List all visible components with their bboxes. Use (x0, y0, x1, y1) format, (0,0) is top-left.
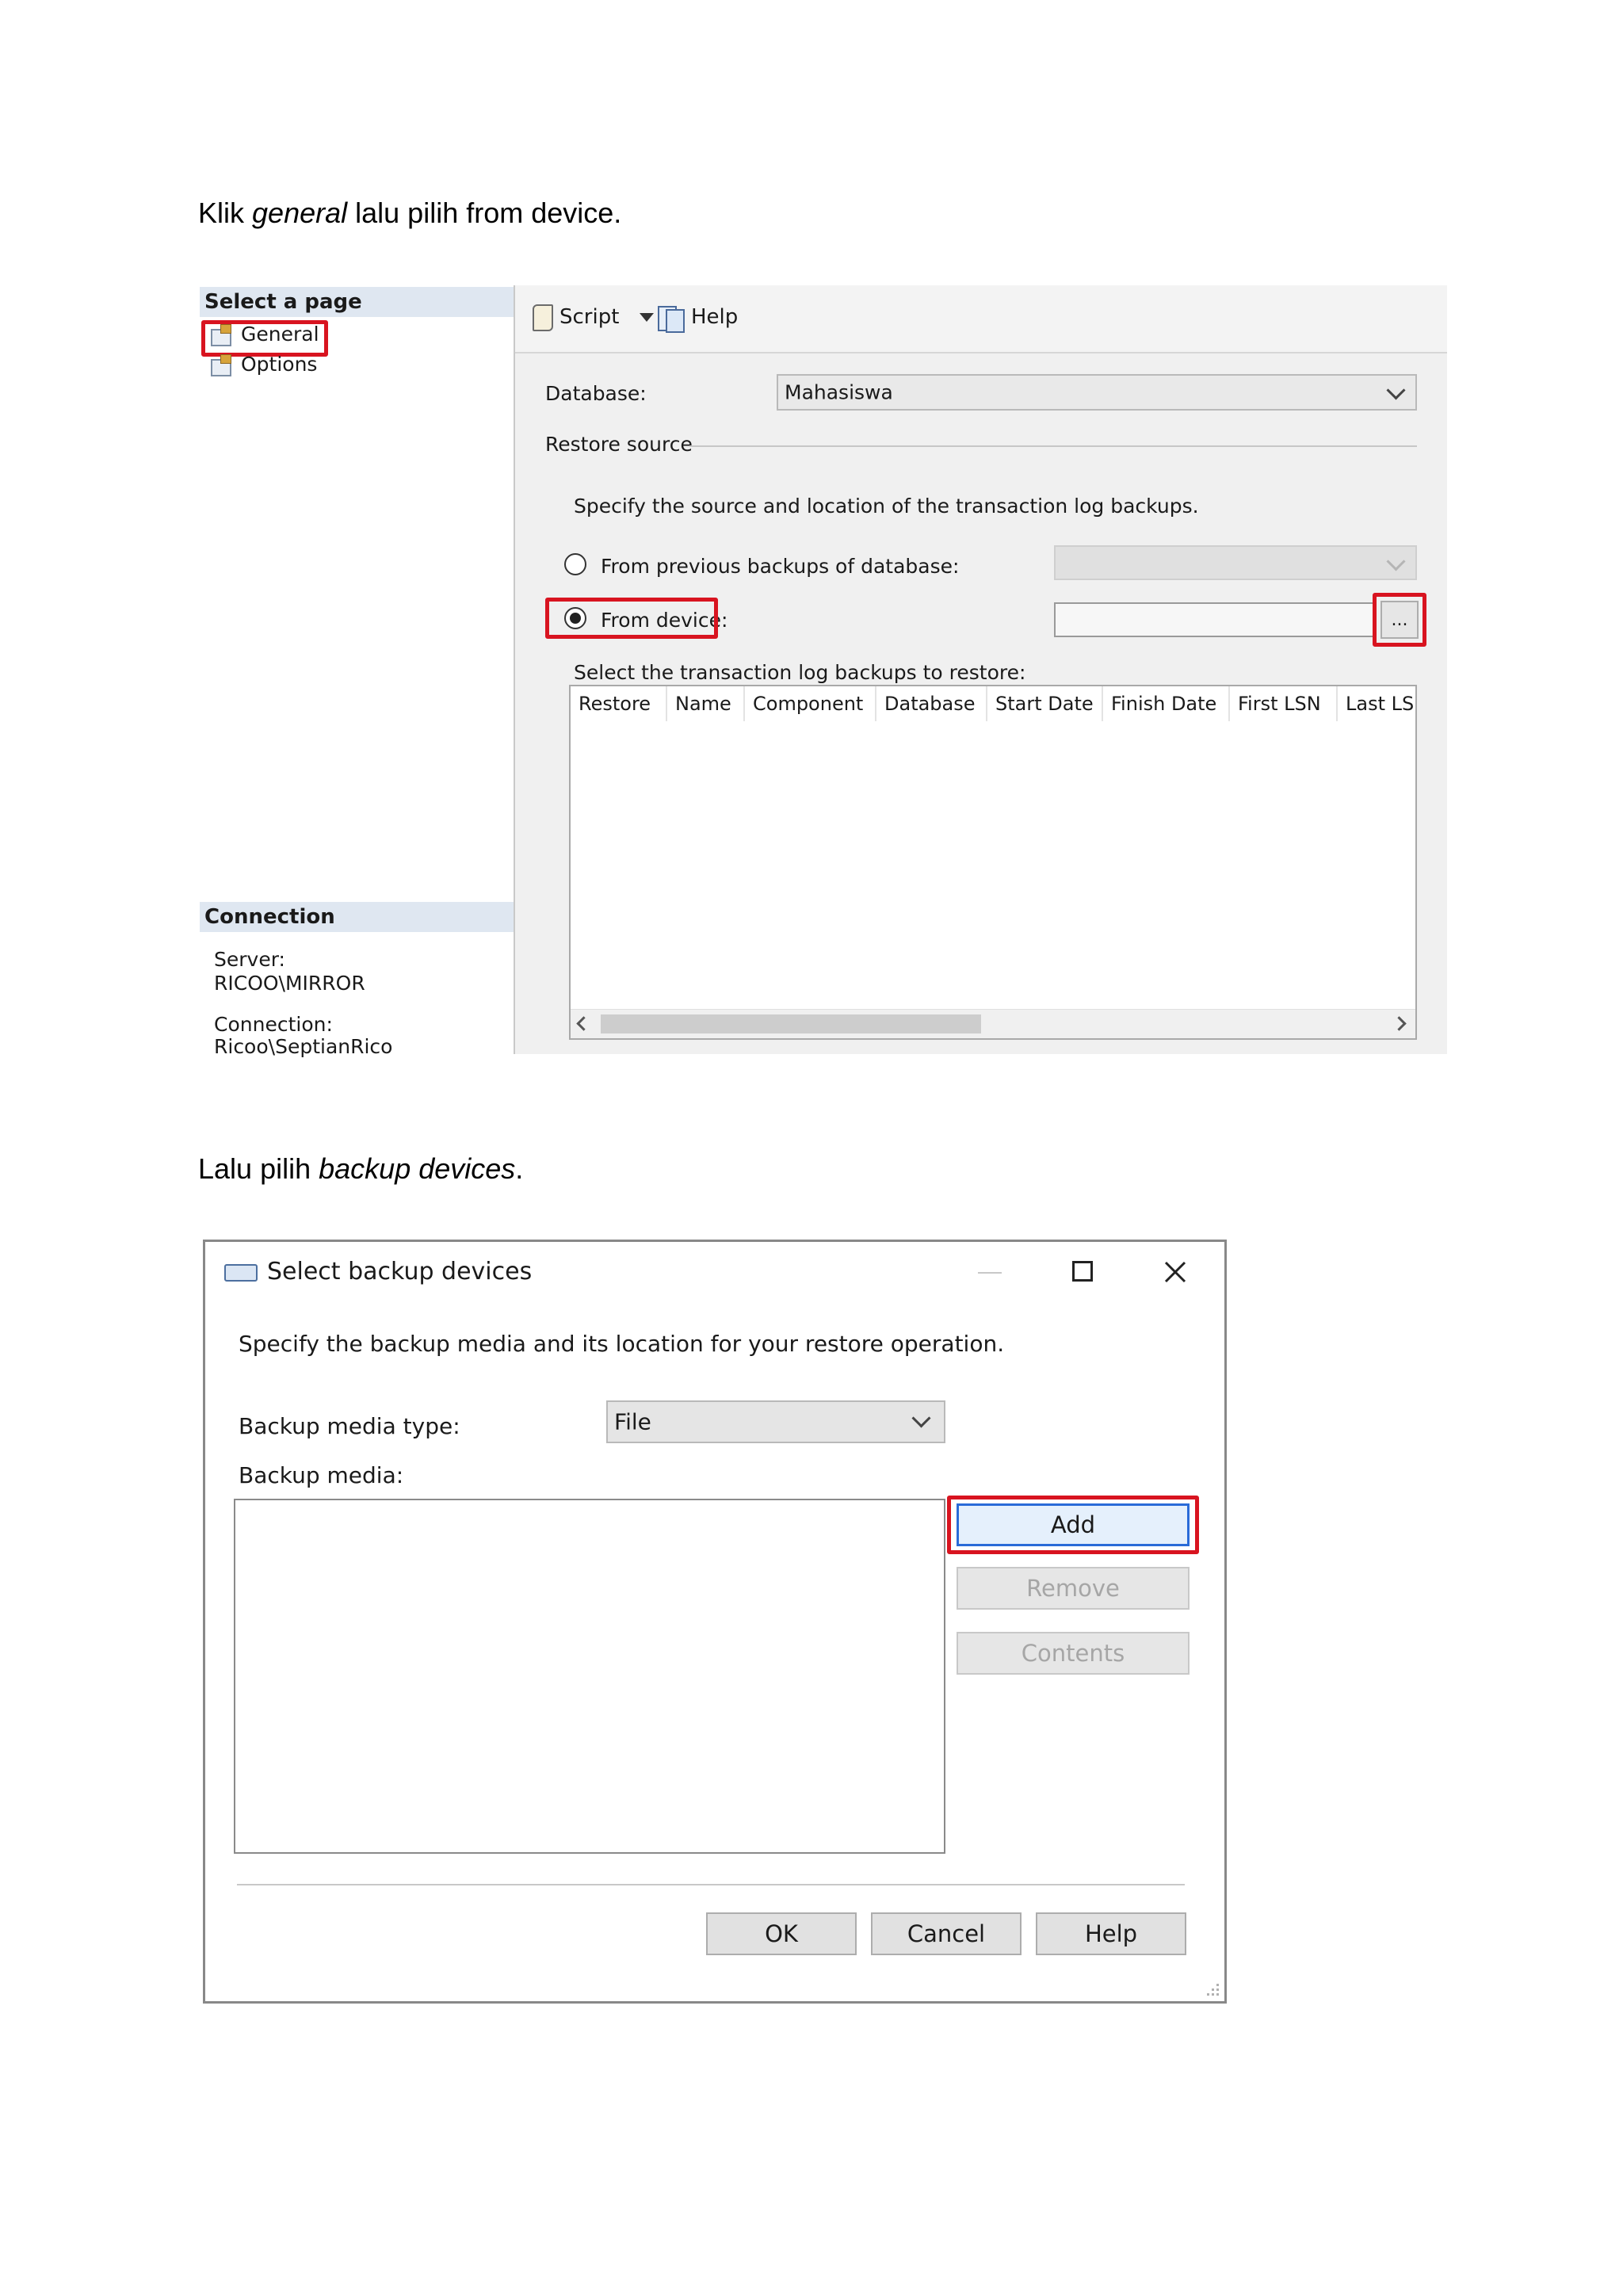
column-database[interactable]: Database (876, 686, 987, 721)
database-dropdown[interactable]: Mahasiswa (777, 374, 1417, 411)
contents-button[interactable]: Contents (957, 1632, 1190, 1675)
database-label: Database: (545, 382, 647, 405)
highlight-from-device (545, 598, 718, 639)
step-1-caption: Klik general lalu pilih from device. (198, 197, 621, 230)
select-page-header: Select a page (200, 287, 514, 317)
dropdown-arrow-icon[interactable] (640, 312, 655, 322)
ok-button[interactable]: OK (706, 1912, 857, 1955)
caption-text: lalu pilih from device. (355, 197, 622, 229)
caption-emphasis: general (252, 197, 348, 229)
from-previous-radio[interactable] (564, 553, 586, 575)
server-label: Server: (214, 948, 285, 971)
column-restore[interactable]: Restore (571, 686, 667, 721)
connection-value: Ricoo\SeptianRico (214, 1035, 393, 1058)
page-selector-pane: Select a page General Options Connection… (200, 285, 515, 1058)
device-icon (224, 1264, 258, 1282)
script-button[interactable]: Script (529, 301, 655, 333)
restore-source-label: Restore source (545, 433, 693, 456)
help-icon (656, 303, 685, 333)
section-divider (689, 445, 1417, 447)
page-icon (209, 354, 233, 376)
step-2-caption: Lalu pilih backup devices. (198, 1152, 523, 1186)
page-options-label: Options (241, 353, 318, 376)
general-page-panel: Script Help Database: Mahasiswa Restore … (515, 285, 1447, 1054)
media-type-value: File (614, 1408, 651, 1435)
page-options[interactable]: Options (209, 350, 317, 379)
backup-sets-grid[interactable]: Restore Name Component Database Start Da… (569, 685, 1417, 1040)
footer-divider (237, 1884, 1185, 1885)
close-icon[interactable] (1163, 1259, 1188, 1285)
script-label: Script (559, 305, 620, 329)
device-path-field[interactable] (1054, 602, 1376, 637)
dialog-title: Select backup devices (267, 1258, 533, 1286)
previous-backups-dropdown[interactable] (1054, 545, 1417, 580)
title-bar: Select backup devices (205, 1242, 1224, 1304)
scroll-left-icon[interactable] (576, 1016, 591, 1031)
chevron-down-icon (911, 1408, 931, 1428)
dialog-instruction: Specify the backup media and its locatio… (239, 1331, 1005, 1357)
media-type-label: Backup media type: (239, 1413, 460, 1439)
scrollbar-thumb[interactable] (601, 1014, 981, 1033)
connection-label: Connection: (214, 1013, 333, 1036)
caption-emphasis: backup devices (319, 1152, 516, 1185)
highlight-add (947, 1496, 1199, 1554)
help-label: Help (691, 305, 739, 329)
toolbar: Script Help (515, 285, 1447, 353)
column-finish-date[interactable]: Finish Date (1103, 686, 1230, 721)
highlight-browse (1373, 593, 1426, 647)
backup-media-list[interactable] (234, 1499, 945, 1854)
from-previous-label: From previous backups of database: (601, 555, 960, 578)
maximize-icon[interactable] (1072, 1261, 1093, 1282)
script-icon (529, 303, 555, 331)
remove-button[interactable]: Remove (957, 1567, 1190, 1610)
select-backup-devices-dialog: Select backup devices Specify the backup… (203, 1240, 1227, 2004)
media-type-dropdown[interactable]: File (606, 1400, 945, 1443)
connection-header: Connection (200, 902, 514, 932)
horizontal-scrollbar[interactable] (571, 1009, 1415, 1038)
help-button[interactable]: Help (656, 301, 738, 333)
caption-text: . (515, 1152, 524, 1185)
minimize-icon[interactable] (978, 1272, 1002, 1274)
server-value: RICOO\MIRROR (214, 972, 365, 995)
chevron-down-icon (1386, 552, 1406, 571)
database-value: Mahasiswa (785, 380, 893, 404)
column-first-lsn[interactable]: First LSN (1230, 686, 1338, 721)
cancel-button[interactable]: Cancel (871, 1912, 1022, 1955)
scroll-right-icon[interactable] (1392, 1016, 1407, 1031)
help-dialog-button[interactable]: Help (1036, 1912, 1186, 1955)
caption-text: Lalu pilih (198, 1152, 311, 1185)
caption-text: Klik (198, 197, 245, 229)
resize-grip-icon[interactable] (1204, 1981, 1221, 1998)
restore-dialog-screenshot: Select a page General Options Connection… (200, 285, 1447, 1058)
select-backups-label: Select the transaction log backups to re… (574, 661, 1026, 684)
backup-media-label: Backup media: (239, 1462, 404, 1488)
chevron-down-icon (1386, 380, 1406, 400)
column-component[interactable]: Component (745, 686, 876, 721)
column-last-lsn[interactable]: Last LSI (1338, 686, 1415, 721)
source-instruction: Specify the source and location of the t… (574, 495, 1199, 518)
column-start-date[interactable]: Start Date (987, 686, 1103, 721)
column-name[interactable]: Name (667, 686, 745, 721)
